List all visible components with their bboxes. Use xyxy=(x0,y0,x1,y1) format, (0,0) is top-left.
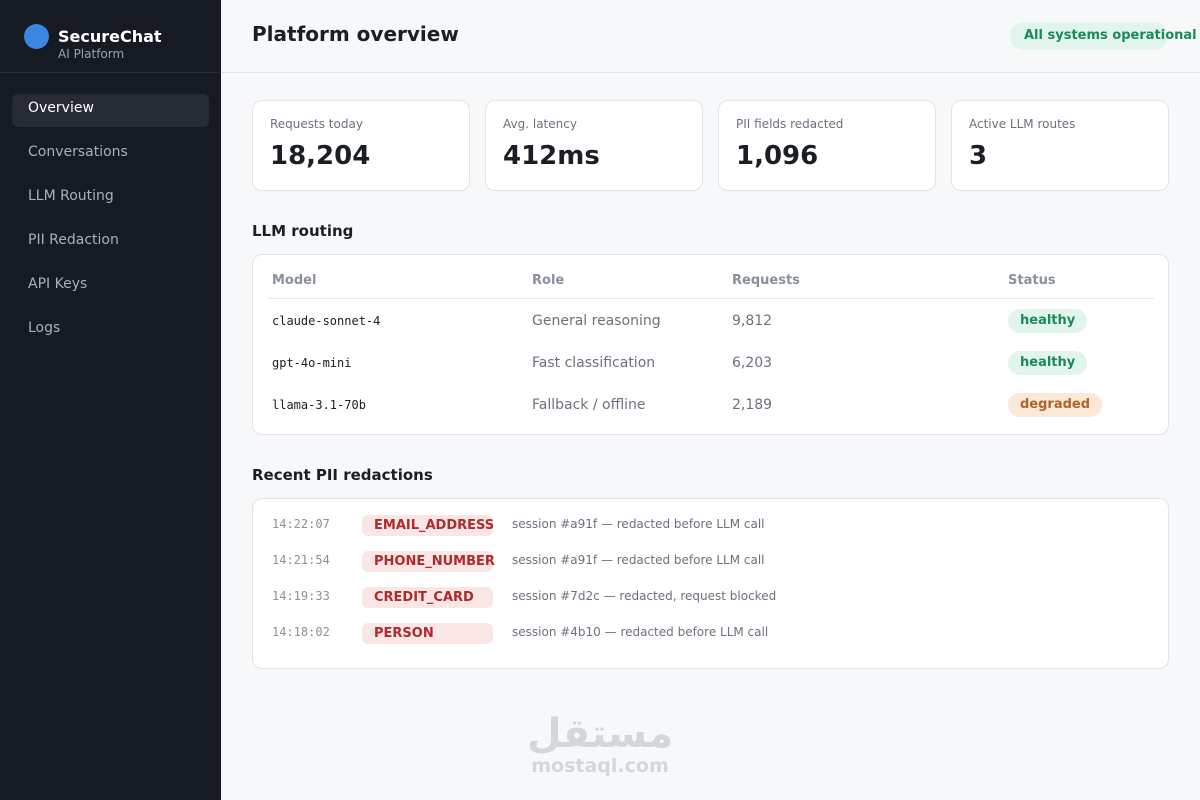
stat-card-requests: Requests today 18,204 xyxy=(252,100,470,191)
watermark: مستقل mostaql.com xyxy=(520,712,680,776)
sidebar-item-logs[interactable]: Logs xyxy=(12,314,209,347)
pii-type-badge: EMAIL_ADDRESS xyxy=(362,515,494,536)
sidebar: SecureChat AI Platform Overview Conversa… xyxy=(0,0,221,800)
stat-card-pii: PII fields redacted 1,096 xyxy=(718,100,936,191)
column-header-requests[interactable]: Requests xyxy=(732,273,800,288)
redaction-description: session #4b10 — redacted before LLM call xyxy=(512,625,769,639)
watermark-logo: مستقل xyxy=(526,711,674,757)
redaction-time: 14:18:02 xyxy=(272,625,330,639)
brand[interactable]: SecureChat AI Platform xyxy=(24,24,162,60)
watermark-url: mostaql.com xyxy=(531,755,669,777)
model-role: Fast classification xyxy=(532,355,656,371)
redaction-time: 14:22:07 xyxy=(272,517,330,531)
redaction-time: 14:21:54 xyxy=(272,553,330,567)
table-row[interactable]: llama-3.1-70b Fallback / offline 2,189 d… xyxy=(253,393,1168,435)
sidebar-nav: Overview Conversations LLM Routing PII R… xyxy=(12,94,209,358)
list-item[interactable]: 14:18:02 PERSON session #4b10 — redacted… xyxy=(253,623,1168,645)
stat-card-latency: Avg. latency 412ms xyxy=(485,100,703,191)
column-header-role[interactable]: Role xyxy=(532,273,564,288)
system-status-badge: All systems operational xyxy=(1010,22,1197,50)
header-divider xyxy=(268,298,1154,299)
page-title: Platform overview xyxy=(252,22,459,46)
pii-type-badge: CREDIT_CARD xyxy=(362,587,493,608)
redactions-list: 14:22:07 EMAIL_ADDRESS session #a91f — r… xyxy=(252,498,1169,669)
column-header-status[interactable]: Status xyxy=(1008,273,1056,288)
list-item[interactable]: 14:21:54 PHONE_NUMBER session #a91f — re… xyxy=(253,551,1168,573)
redactions-section-title: Recent PII redactions xyxy=(252,466,433,484)
status-badge: healthy xyxy=(1008,309,1088,333)
model-name: llama-3.1-70b xyxy=(272,398,366,412)
sidebar-item-api-keys[interactable]: API Keys xyxy=(12,270,209,303)
sidebar-divider xyxy=(0,72,221,73)
redaction-time: 14:19:33 xyxy=(272,589,330,603)
list-item[interactable]: 14:22:07 EMAIL_ADDRESS session #a91f — r… xyxy=(253,515,1168,537)
stat-label: Active LLM routes xyxy=(969,117,1076,131)
routing-table: Model Role Requests Status claude-sonnet… xyxy=(252,254,1169,435)
model-role: General reasoning xyxy=(532,313,661,329)
model-requests: 2,189 xyxy=(732,397,773,413)
sidebar-item-conversations[interactable]: Conversations xyxy=(12,138,209,171)
model-requests: 9,812 xyxy=(732,313,773,329)
model-name: claude-sonnet-4 xyxy=(272,314,381,328)
list-item[interactable]: 14:19:33 CREDIT_CARD session #7d2c — red… xyxy=(253,587,1168,609)
column-header-model[interactable]: Model xyxy=(272,273,316,288)
table-row[interactable]: claude-sonnet-4 General reasoning 9,812 … xyxy=(253,309,1168,351)
pii-type-badge: PERSON xyxy=(362,623,493,644)
sidebar-item-llm-routing[interactable]: LLM Routing xyxy=(12,182,209,215)
brand-logo-icon xyxy=(24,24,49,49)
model-role: Fallback / offline xyxy=(532,397,646,413)
routing-section-title: LLM routing xyxy=(252,222,354,240)
pii-type-badge: PHONE_NUMBER xyxy=(362,551,495,572)
stat-label: Requests today xyxy=(270,117,363,131)
stat-label: Avg. latency xyxy=(503,117,577,131)
redaction-description: session #a91f — redacted before LLM call xyxy=(512,553,765,567)
stat-value: 412ms xyxy=(503,141,600,171)
redaction-description: session #7d2c — redacted, request blocke… xyxy=(512,589,777,603)
stat-label: PII fields redacted xyxy=(736,117,844,131)
stat-value: 1,096 xyxy=(736,141,819,171)
table-row[interactable]: gpt-4o-mini Fast classification 6,203 he… xyxy=(253,351,1168,393)
sidebar-item-overview[interactable]: Overview xyxy=(12,94,209,127)
status-badge: degraded xyxy=(1008,393,1103,417)
status-badge: healthy xyxy=(1008,351,1088,375)
redaction-description: session #a91f — redacted before LLM call xyxy=(512,517,765,531)
stat-card-routes: Active LLM routes 3 xyxy=(951,100,1169,191)
model-name: gpt-4o-mini xyxy=(272,356,352,370)
stat-value: 18,204 xyxy=(270,141,371,171)
stat-value: 3 xyxy=(969,141,988,171)
topbar: Platform overview All systems operationa… xyxy=(221,0,1200,73)
sidebar-item-pii-redaction[interactable]: PII Redaction xyxy=(12,226,209,259)
model-requests: 6,203 xyxy=(732,355,773,371)
